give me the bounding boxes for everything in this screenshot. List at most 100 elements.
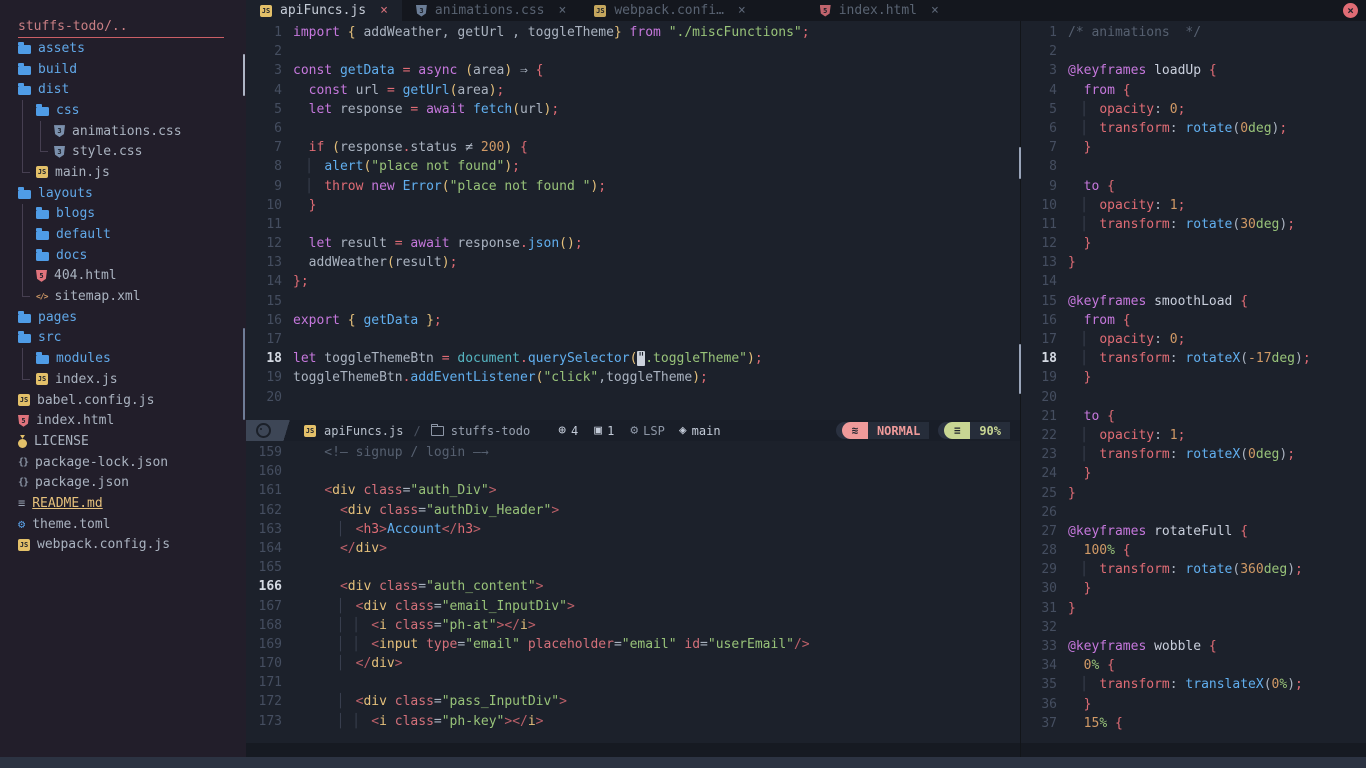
tree-item-license[interactable]: LICENSE [0,431,246,452]
tree-item-animations-css[interactable]: 3animations.css [0,121,246,142]
left-editor-column: 1import { addWeather, getUrl , toggleThe… [246,21,1020,757]
code-line: 12 } [1021,234,1366,253]
tree-item-pages[interactable]: pages [0,307,246,328]
editor-workspace: stuffs-todo/.. assets builddistcss3animat… [0,0,1366,757]
line-number: 26 [1021,503,1068,522]
right-pane-scrollbar[interactable] [1019,147,1021,179]
tree-item-docs[interactable]: docs [0,245,246,266]
code-line: 26 [1021,503,1366,522]
tree-root-title[interactable]: stuffs-todo/.. [18,19,224,38]
folder-icon [18,314,31,323]
close-tab-icon[interactable]: × [559,3,567,18]
tree-item-label: README.md [32,496,102,511]
folder-icon [36,252,49,261]
md-icon: ≡ [18,496,25,510]
line-number: 13 [246,253,293,272]
line-number: 5 [246,100,293,119]
tree-item-default[interactable]: default [0,224,246,245]
code-line: 30 } [1021,579,1366,598]
line-number: 9 [246,177,293,196]
line-number: 6 [246,119,293,138]
tree-item-index-html[interactable]: 5index.html [0,410,246,431]
tree-item-label: LICENSE [34,434,89,449]
tree-item-build[interactable]: build [0,59,246,80]
folder-icon [36,210,49,219]
line-number: 36 [1021,695,1068,714]
code-line: 35 ▏ transform: translateX(0%); [1021,675,1366,694]
right-pane-scrollbar[interactable] [1019,344,1021,394]
sidebar-scrollbar[interactable] [243,54,245,96]
close-all-button[interactable]: × [1343,3,1358,18]
tree-guide [18,369,36,390]
code-line: 171 [246,673,1020,692]
line-number: 21 [1021,407,1068,426]
code-line: 29 ▏ transform: rotate(360deg); [1021,560,1366,579]
tree-item-label: modules [56,351,111,366]
tree-item-theme-toml[interactable]: ⚙theme.toml [0,514,246,535]
line-number: 8 [1021,157,1068,176]
js-file-icon: JS [304,425,316,437]
tree-item-index-js[interactable]: JSindex.js [0,369,246,390]
tree-item-blogs[interactable]: blogs [0,204,246,225]
tree-item-style-css[interactable]: 3style.css [0,141,246,162]
git-branch: main [692,424,721,438]
xml-icon: </> [36,292,47,301]
editor-index-html[interactable]: 159 <!— signup / login —→160161 <div cla… [246,441,1020,743]
tree-item-404-html[interactable]: 5404.html [0,266,246,287]
code-line: 166 <div class="auth_content"> [246,577,1020,596]
tree-item-src[interactable]: src [0,328,246,349]
html-file-icon: 5 [820,5,831,17]
tree-item-package-lock-json[interactable]: {}package-lock.json [0,452,246,473]
tree-item-package-json[interactable]: {}package.json [0,472,246,493]
statusline-project: stuffs-todo [451,424,530,438]
tree-item-babel-config-js[interactable]: JSbabel.config.js [0,390,246,411]
code-line: 10 ▏ opacity: 1; [1021,196,1366,215]
code-line: 169 ▏ ▏ <input type="email" placeholder=… [246,635,1020,654]
tree-item-layouts[interactable]: layouts [0,183,246,204]
folder-icon [36,107,49,116]
folder-icon [36,355,49,364]
tree-guide [36,141,54,162]
tab-index-html[interactable]: 5 index.html × [806,0,953,21]
line-number: 2 [1021,42,1068,61]
gear-icon: ⚙ [18,517,25,531]
tree-item-sitemap-xml[interactable]: </>sitemap.xml [0,286,246,307]
line-number: 160 [246,462,293,481]
tab-apifuncs-js[interactable]: JS apiFuncs.js × [246,0,402,21]
code-line: 170 ▏ </div> [246,654,1020,673]
tab-bar: JS apiFuncs.js × 3 animations.css × JS w… [246,0,1366,21]
close-tab-icon[interactable]: × [380,3,388,18]
line-number: 32 [1021,618,1068,637]
tree-item-assets[interactable]: assets [0,38,246,59]
close-tab-icon[interactable]: × [931,3,939,18]
tree-item-main-js[interactable]: JSmain.js [0,162,246,183]
line-number: 166 [246,577,293,596]
code-line: 14 [1021,272,1366,291]
tree-item-dist[interactable]: dist [0,79,246,100]
tree-item-readme-md[interactable]: ≡ README.md [0,493,246,514]
editor-apifuncs-js[interactable]: 1import { addWeather, getUrl , toggleThe… [246,21,1020,420]
line-number: 173 [246,712,293,731]
line-number: 11 [1021,215,1068,234]
tree-item-css[interactable]: css [0,100,246,121]
code-line: 11 [246,215,1020,234]
close-tab-icon[interactable]: × [738,3,746,18]
line-number: 3 [246,61,293,80]
code-line: 22 ▏ opacity: 1; [1021,426,1366,445]
tree-item-modules[interactable]: modules [0,348,246,369]
command-line[interactable] [0,757,1366,768]
code-line: 7 } [1021,138,1366,157]
tree-guide [36,121,54,142]
editor-animations-css[interactable]: 1/* animations */23@keyframes loadUp {4 … [1021,21,1366,743]
line-number: 6 [1021,119,1068,138]
line-number: 23 [1021,445,1068,464]
code-line: 15 [246,292,1020,311]
tab-animations-css[interactable]: 3 animations.css × [402,0,580,21]
tab-webpack-config[interactable]: JS webpack.confi… × [580,0,759,21]
file-tree-sidebar[interactable]: stuffs-todo/.. assets builddistcss3animat… [0,0,246,757]
tree-guide [18,266,36,287]
tree-item-label: assets [38,41,85,56]
line-number: 17 [1021,330,1068,349]
tree-item-webpack-config-js[interactable]: JSwebpack.config.js [0,535,246,556]
sidebar-scrollbar[interactable] [243,328,245,420]
